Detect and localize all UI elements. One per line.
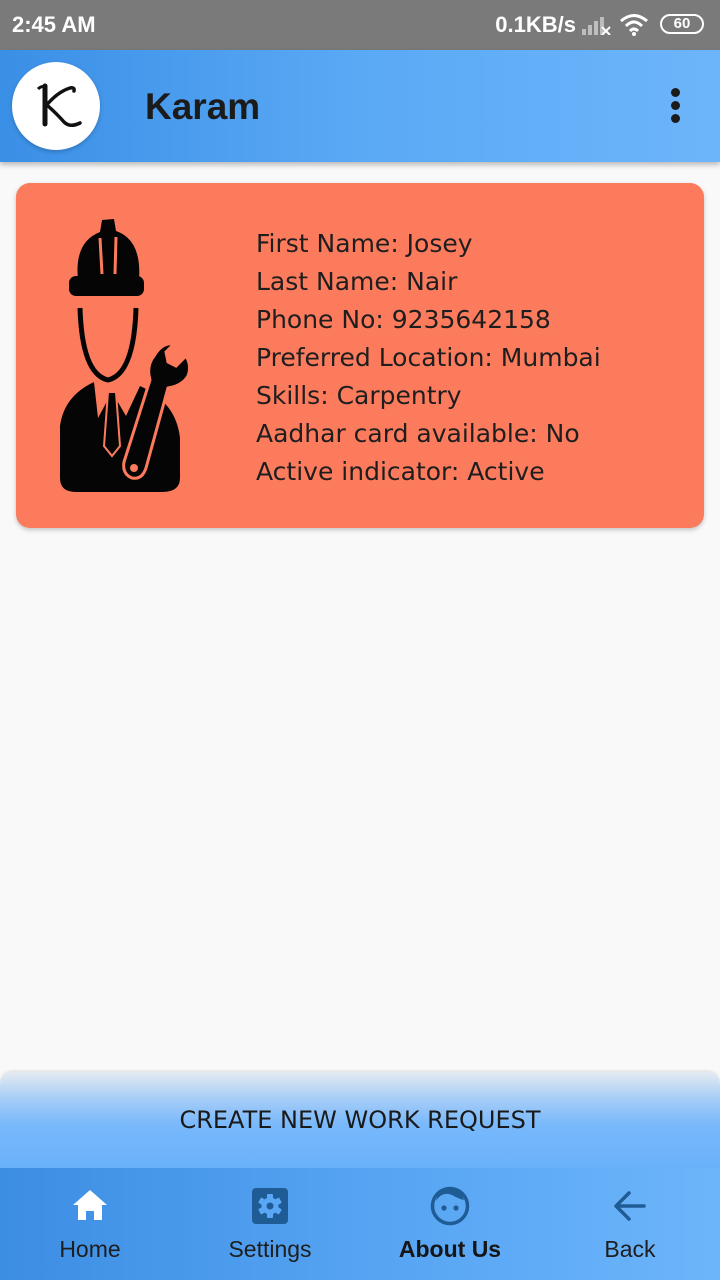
- nav-label-about-us: About Us: [398, 1236, 502, 1262]
- skills-text: Skills: Carpentry: [256, 381, 462, 410]
- more-vert-icon[interactable]: [664, 86, 688, 126]
- settings-icon: [252, 1188, 288, 1224]
- status-time: 2:45 AM: [12, 12, 96, 37]
- aadhar-text: Aadhar card available: No: [256, 419, 580, 448]
- create-work-request-button[interactable]: CREATE NEW WORK REQUEST: [0, 1072, 720, 1168]
- signal-icon: [582, 17, 611, 35]
- nav-label-home: Home: [59, 1236, 121, 1262]
- create-work-request-label: CREATE NEW WORK REQUEST: [179, 1106, 541, 1134]
- first-name-text: First Name: Josey: [256, 229, 473, 258]
- preferred-location-text: Preferred Location: Mumbai: [256, 343, 601, 372]
- nav-item-about-us[interactable]: About Us: [360, 1168, 540, 1280]
- wifi-icon: [620, 14, 648, 36]
- nav-label-settings: Settings: [228, 1236, 312, 1262]
- last-name-text: Last Name: Nair: [256, 267, 458, 296]
- worker-profile-card: First Name: Josey Last Name: Nair Phone …: [16, 183, 704, 528]
- nav-label-back: Back: [604, 1236, 656, 1262]
- arrow-back-icon: [614, 1191, 646, 1221]
- app-title: Karam: [145, 86, 261, 127]
- network-speed: 0.1KB/s: [495, 12, 576, 37]
- battery-indicator: 60: [660, 14, 704, 34]
- home-icon: [73, 1190, 107, 1220]
- nav-item-settings[interactable]: Settings: [180, 1168, 360, 1280]
- face-icon: [430, 1186, 470, 1226]
- app-bar: Karam: [0, 50, 720, 162]
- app-logo[interactable]: [12, 62, 100, 150]
- k-logo-icon: [36, 83, 82, 127]
- nav-item-home[interactable]: Home: [0, 1168, 180, 1280]
- phone-text: Phone No: 9235642158: [256, 305, 551, 334]
- bottom-navigation: Home Settings About Us Back: [0, 1168, 720, 1280]
- nav-item-back[interactable]: Back: [540, 1168, 720, 1280]
- active-indicator-text: Active indicator: Active: [256, 457, 545, 486]
- status-bar: 2:45 AM 0.1KB/s 60: [0, 0, 720, 50]
- profile-details: First Name: Josey Last Name: Nair Phone …: [256, 225, 601, 491]
- worker-icon: [60, 219, 192, 492]
